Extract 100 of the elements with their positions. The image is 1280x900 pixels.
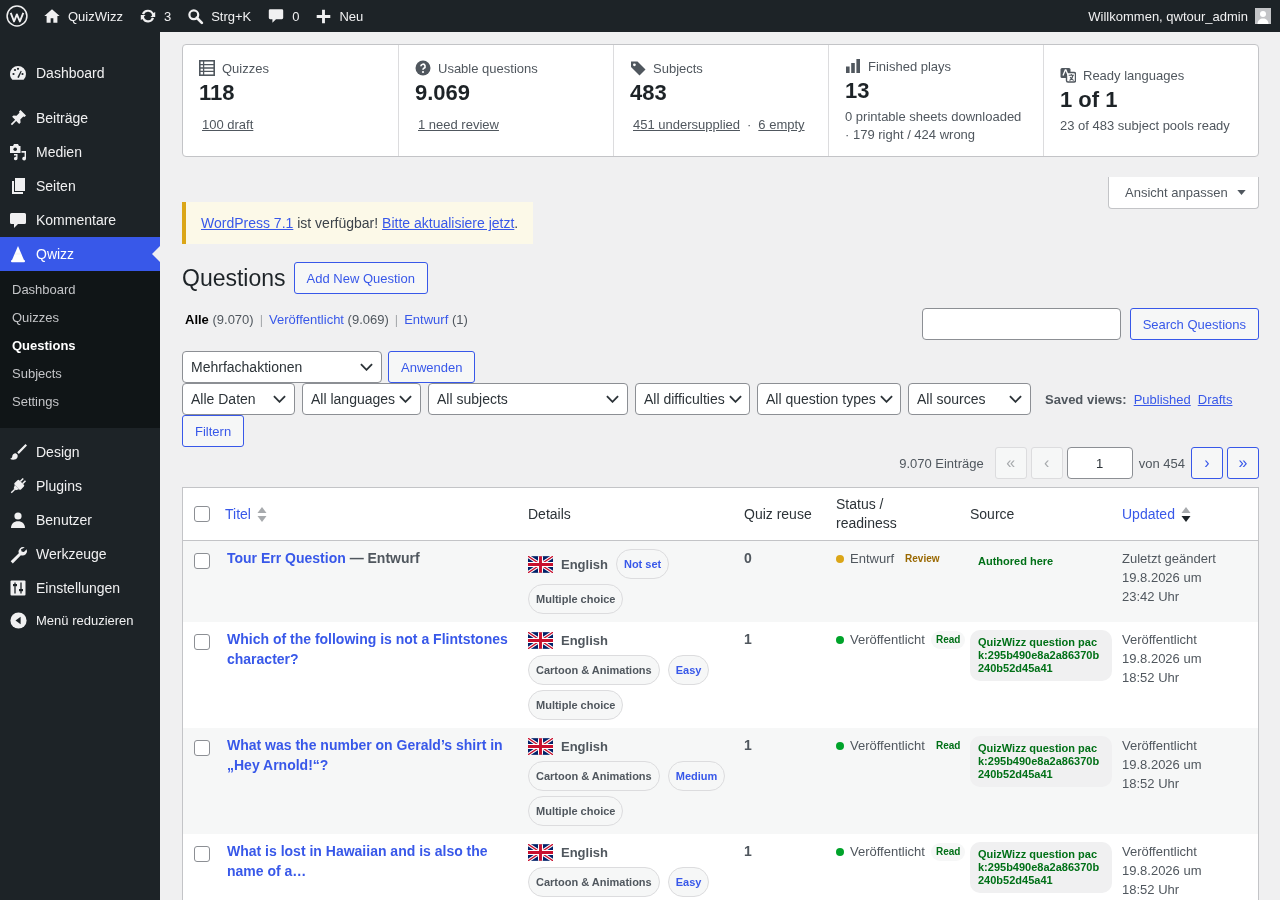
sidebar-item[interactable]: Plugins xyxy=(0,469,160,503)
status-filter-link[interactable]: Alle (9.070) xyxy=(185,310,254,330)
comments-link[interactable]: 0 xyxy=(267,0,300,32)
filter-select[interactable]: All question types xyxy=(757,383,901,415)
account-link[interactable]: Willkommen, qwtour_admin xyxy=(1088,0,1271,32)
sidebar-item[interactable]: Einstellungen xyxy=(0,571,160,605)
difficulty-tag: Medium xyxy=(667,761,726,791)
search-button[interactable]: Search Questions xyxy=(1129,308,1259,340)
pin-icon xyxy=(8,108,28,128)
saved-view-link[interactable]: Published xyxy=(1133,391,1191,407)
page-number-field[interactable]: 1 xyxy=(1066,447,1133,479)
sidebar-item[interactable]: Qwizz xyxy=(0,237,160,271)
search-field[interactable] xyxy=(921,308,1121,340)
add-new-button[interactable]: Add New Question xyxy=(293,262,428,294)
stat-link[interactable]: 451 undersupplied xyxy=(633,116,740,134)
stat-value: 9.069 xyxy=(415,79,471,107)
list-icon xyxy=(199,60,215,76)
source-label: Authored here xyxy=(977,554,1055,569)
source-tag: QuizWizz question pack:295b490e8a2a86370b240b52d45a41 xyxy=(970,630,1112,681)
row-checkbox[interactable] xyxy=(194,634,210,650)
translation-icon xyxy=(1060,67,1076,83)
sidebar-item[interactable]: Kommentare xyxy=(0,203,160,237)
sidebar-item[interactable]: Werkzeuge xyxy=(0,537,160,571)
cone-icon xyxy=(8,244,28,264)
filter-select[interactable]: Alle Daten xyxy=(182,383,295,415)
submenu-item[interactable]: Dashboard xyxy=(0,276,76,304)
stat-note: 23 of 483 subject pools ready xyxy=(1060,117,1230,135)
separator-text: | xyxy=(394,311,399,329)
reuse-count: 1 xyxy=(744,842,753,861)
status-filter-link[interactable]: Veröffentlicht (9.069) xyxy=(269,310,389,330)
tag-icon xyxy=(630,60,646,76)
stat-link[interactable]: 100 draft xyxy=(202,116,254,134)
filter-select[interactable]: All subjects xyxy=(428,383,628,415)
site-link[interactable]: QuizWizz xyxy=(43,0,123,32)
sidebar-item[interactable]: Beiträge xyxy=(0,101,160,135)
row-checkbox[interactable] xyxy=(194,740,210,756)
question-title-link[interactable]: Tour Err Question xyxy=(227,549,346,569)
separator-text: | xyxy=(259,311,264,329)
collapse-menu-button[interactable]: Menü reduzieren xyxy=(0,605,134,635)
chevron-down-icon xyxy=(728,395,742,403)
new-content-link[interactable]: Neu xyxy=(315,0,364,32)
question-title-link[interactable]: What was the number on Gerald’s shirt in „Hey Arnold!“? xyxy=(227,736,518,775)
language-label: English xyxy=(561,738,608,754)
stat-link[interactable]: 1 need review xyxy=(418,116,499,134)
search-link[interactable]: Strg+K xyxy=(187,0,252,32)
submenu-item[interactable]: Settings xyxy=(0,388,59,416)
stat-link[interactable]: 6 empty xyxy=(758,116,805,134)
chevron-down-icon xyxy=(360,363,373,371)
filter-select[interactable]: All sources xyxy=(908,383,1031,415)
sort-icon[interactable] xyxy=(1180,505,1191,523)
column-header-link[interactable]: Updated xyxy=(1122,504,1191,524)
reuse-count: 1 xyxy=(744,736,753,755)
filter-select[interactable]: All languages xyxy=(302,383,421,415)
sliders-icon xyxy=(8,578,28,598)
sidebar-item[interactable]: Medien xyxy=(0,135,160,169)
question-title-link[interactable]: What is lost in Hawaiian and is also the name of a… xyxy=(227,842,518,881)
status-filter-link[interactable]: Entwurf (1) xyxy=(404,310,468,330)
logo-icon[interactable] xyxy=(6,5,28,27)
notice-link[interactable]: WordPress 7.1 xyxy=(201,215,294,231)
readiness-badge: Read xyxy=(930,842,966,861)
gauge-icon xyxy=(8,63,28,83)
filter-button[interactable]: Filtern xyxy=(182,415,245,447)
question-type-tag: Multiple choice xyxy=(528,584,624,614)
question-type-tag: Multiple choice xyxy=(528,796,624,826)
user-icon xyxy=(8,510,28,530)
stat-note: 0 printable sheets downloaded · 179 right / 424 wrong xyxy=(845,108,1023,144)
filter-select[interactable]: All difficulties xyxy=(635,383,750,415)
sidebar-item[interactable]: Seiten xyxy=(0,169,160,203)
notice-text: WordPress 7.1 ist verfügbar! Bitte aktualisiere jetzt. xyxy=(201,214,519,233)
updated-text: Veröffentlicht 19.8.2026 um 18:52 Uhr xyxy=(1122,631,1203,687)
language-label: English xyxy=(561,632,608,648)
column-header: Quiz reuse xyxy=(744,504,812,524)
last-page-button[interactable]: » xyxy=(1227,447,1259,479)
chevron-down-icon xyxy=(606,395,619,403)
row-checkbox[interactable] xyxy=(194,553,210,569)
submenu-item[interactable]: Questions xyxy=(0,332,76,360)
subject-tag: Cartoon & Animations xyxy=(528,761,660,791)
saved-view-link[interactable]: Drafts xyxy=(1197,391,1233,407)
select-all-checkbox[interactable] xyxy=(194,506,210,522)
reuse-count: 0 xyxy=(744,549,753,568)
updated-text: Veröffentlicht 19.8.2026 um 18:52 Uhr xyxy=(1122,737,1203,793)
submenu-item[interactable]: Quizzes xyxy=(0,304,59,332)
status-label: Veröffentlicht xyxy=(850,843,925,861)
column-header: Source xyxy=(970,504,1015,524)
sidebar-item[interactable]: Benutzer xyxy=(0,503,160,537)
apply-button[interactable]: Anwenden xyxy=(388,351,476,383)
screen-options-button[interactable]: Ansicht anpassen xyxy=(1108,177,1259,209)
comment-icon xyxy=(8,210,28,230)
sidebar-item[interactable]: Dashboard xyxy=(0,56,160,90)
column-header-link[interactable]: Titel xyxy=(225,504,267,524)
language-label: English xyxy=(561,844,608,860)
updates-link[interactable]: 3 xyxy=(138,0,172,32)
updated-text: Veröffentlicht 19.8.2026 um 18:52 Uhr xyxy=(1122,843,1203,899)
column-header: Status / readiness xyxy=(836,495,898,533)
question-title-link[interactable]: Which of the following is not a Flintstones character? xyxy=(227,630,518,669)
bulk-action-select[interactable]: Mehrfachaktionen xyxy=(182,351,382,383)
submenu-item[interactable]: Subjects xyxy=(0,360,62,388)
sidebar-item[interactable]: Design xyxy=(0,435,160,469)
row-checkbox[interactable] xyxy=(194,846,210,862)
next-page-button[interactable]: › xyxy=(1191,447,1223,479)
